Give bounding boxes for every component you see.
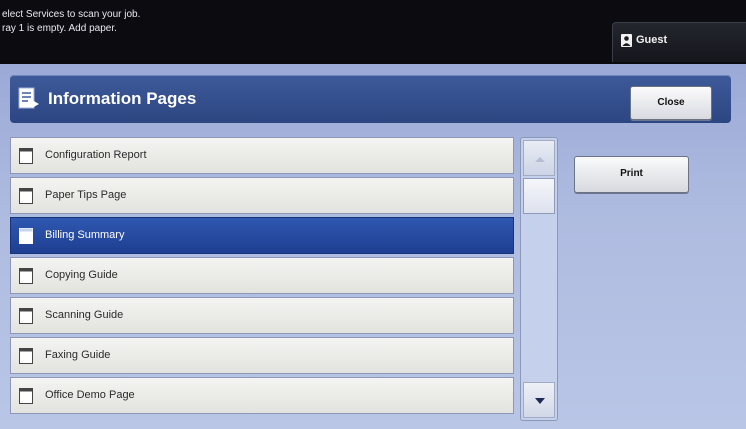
list-item-configuration-report[interactable]: Configuration Report xyxy=(10,137,514,174)
page-title: Information Pages xyxy=(48,89,197,108)
information-pages-icon xyxy=(18,87,39,109)
document-icon xyxy=(19,148,33,164)
list-item-scanning-guide[interactable]: Scanning Guide xyxy=(10,297,514,334)
document-icon xyxy=(19,188,33,204)
document-icon xyxy=(19,348,33,364)
document-icon xyxy=(19,308,33,324)
scroll-down-button[interactable] xyxy=(523,382,555,418)
list-item-billing-summary[interactable]: Billing Summary xyxy=(10,217,514,254)
status-message: elect Services to scan your job. xyxy=(2,9,141,20)
list-item-label: Copying Guide xyxy=(45,269,118,281)
list-item-paper-tips-page[interactable]: Paper Tips Page xyxy=(10,177,514,214)
chevron-up-icon xyxy=(535,157,545,162)
list-item-office-demo-page[interactable]: Office Demo Page xyxy=(10,377,514,414)
user-icon xyxy=(621,34,632,47)
list-item-label: Scanning Guide xyxy=(45,309,124,321)
status-bar: elect Services to scan your job. ray 1 i… xyxy=(0,0,746,62)
tray-warning-message: ray 1 is empty. Add paper. xyxy=(2,23,117,34)
list-item-copying-guide[interactable]: Copying Guide xyxy=(10,257,514,294)
list-item-label: Paper Tips Page xyxy=(45,189,127,201)
scroll-up-button[interactable] xyxy=(523,140,555,176)
guest-label: Guest xyxy=(636,34,668,46)
close-button-label: Close xyxy=(657,97,685,108)
information-pages-panel: Information Pages Close Configuration Re… xyxy=(0,64,746,429)
guest-login-button[interactable]: Guest xyxy=(612,22,746,62)
information-pages-list: Configuration Report Paper Tips Page Bil… xyxy=(10,137,517,421)
list-item-label: Office Demo Page xyxy=(45,389,135,401)
list-item-faxing-guide[interactable]: Faxing Guide xyxy=(10,337,514,374)
document-icon xyxy=(19,388,33,404)
panel-header: Information Pages xyxy=(10,75,731,123)
print-button-label: Print xyxy=(620,168,643,179)
close-button[interactable]: Close xyxy=(630,86,712,120)
document-icon xyxy=(19,268,33,284)
document-icon xyxy=(19,228,33,244)
list-item-label: Faxing Guide xyxy=(45,349,111,361)
list-item-label: Billing Summary xyxy=(45,229,125,241)
list-item-label: Configuration Report xyxy=(45,149,147,161)
list-scrollbar[interactable] xyxy=(520,137,558,421)
print-button[interactable]: Print xyxy=(574,156,689,193)
chevron-down-icon xyxy=(535,398,545,404)
scroll-thumb[interactable] xyxy=(523,178,555,214)
